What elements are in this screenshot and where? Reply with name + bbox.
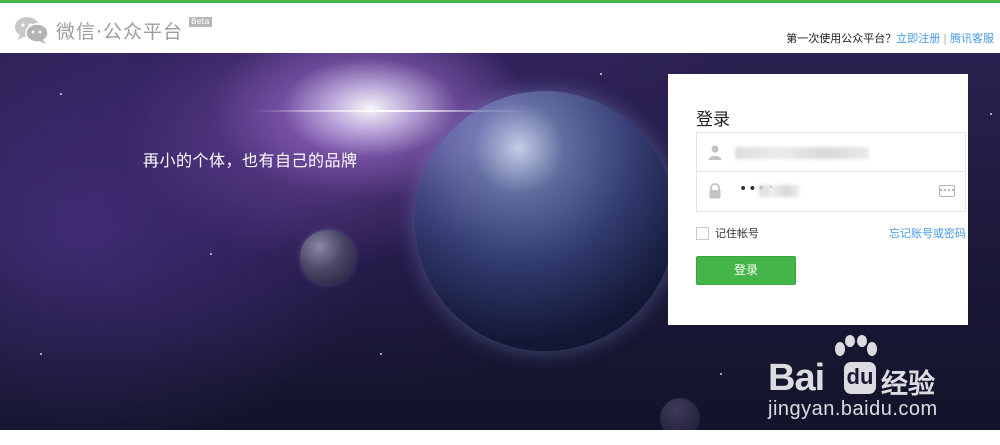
star <box>720 373 722 375</box>
watermark-brand-left: Bai <box>768 357 825 399</box>
watermark-brand-du: du <box>844 362 876 394</box>
logo-text: 微信·公众平台 <box>56 20 184 43</box>
keyboard-icon[interactable] <box>939 185 955 197</box>
large-planet-image <box>415 91 675 351</box>
banner: 再小的个体，也有自己的品牌 登录 •••• 记住帐号 忘记账号或密码 登录 Ba… <box>0 53 1000 430</box>
header: 微信·公众平台 Beta 第一次使用公众平台？立即注册 | 腾讯客服 <box>0 3 1000 53</box>
password-input[interactable]: •••• <box>696 172 966 212</box>
tiny-planet-image <box>660 398 700 430</box>
remember-account[interactable]: 记住帐号 <box>696 225 759 241</box>
star <box>380 353 382 355</box>
login-panel: 登录 •••• 记住帐号 忘记账号或密码 登录 <box>668 74 968 325</box>
wechat-logo-icon <box>14 15 50 45</box>
watermark-brand-right: 经验 <box>881 369 935 400</box>
remember-label: 记住帐号 <box>715 227 759 240</box>
star <box>990 113 992 115</box>
star <box>600 73 602 75</box>
remember-checkbox[interactable] <box>696 226 709 240</box>
register-link[interactable]: 立即注册 <box>896 32 940 45</box>
small-planet-image <box>300 230 355 285</box>
user-icon <box>707 144 723 160</box>
logo[interactable]: 微信·公众平台 Beta <box>14 15 212 45</box>
star <box>40 353 42 355</box>
top-links: 第一次使用公众平台？立即注册 | 腾讯客服 <box>786 30 994 46</box>
login-title: 登录 <box>696 110 730 130</box>
slogan: 再小的个体，也有自己的品牌 <box>143 151 358 170</box>
star <box>210 253 212 255</box>
login-button[interactable]: 登录 <box>696 256 796 285</box>
watermark-url: jingyan.baidu.com <box>768 398 938 420</box>
password-value-blurred <box>759 185 799 197</box>
bottom-strip <box>0 430 1000 445</box>
lock-icon <box>707 183 723 199</box>
account-input[interactable] <box>696 132 966 172</box>
beta-badge: Beta <box>189 17 212 27</box>
customer-service-link[interactable]: 腾讯客服 <box>950 32 994 45</box>
star <box>60 93 62 95</box>
forgot-account-link[interactable]: 忘记账号或密码 <box>889 225 966 241</box>
link-separator: | <box>943 32 947 45</box>
baidu-jingyan-watermark: Bai du 经验 jingyan.baidu.com <box>768 335 973 425</box>
account-value-blurred <box>735 147 869 159</box>
first-use-text: 第一次使用公众平台？ <box>786 32 897 45</box>
